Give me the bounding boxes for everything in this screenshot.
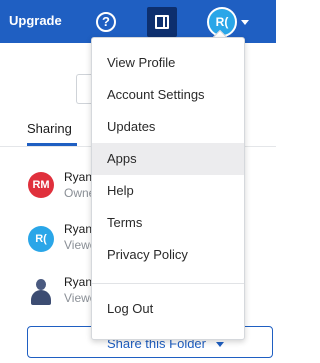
- help-icon[interactable]: ?: [96, 12, 116, 32]
- avatar: RM: [28, 172, 54, 198]
- menu-divider: [92, 283, 244, 284]
- menu-item-view-profile[interactable]: View Profile: [92, 47, 244, 79]
- member-name: Ryan: [64, 222, 93, 236]
- menu-item-log-out[interactable]: Log Out: [92, 293, 244, 325]
- menu-item-help[interactable]: Help: [92, 175, 244, 207]
- upgrade-link[interactable]: Upgrade: [9, 13, 62, 28]
- side-panel-toggle-button[interactable]: [147, 7, 177, 37]
- person-icon-body: [31, 290, 51, 305]
- menu-item-apps[interactable]: Apps: [92, 143, 244, 175]
- avatar: R(: [28, 226, 54, 252]
- account-dropdown-menu: View Profile Account Settings Updates Ap…: [91, 37, 245, 340]
- tab-sharing[interactable]: Sharing: [27, 121, 72, 136]
- chevron-down-icon: [216, 342, 224, 347]
- menu-item-terms[interactable]: Terms: [92, 207, 244, 239]
- menu-item-updates[interactable]: Updates: [92, 111, 244, 143]
- avatar-initials: RM: [32, 179, 50, 191]
- help-glyph: ?: [102, 14, 110, 29]
- menu-item-account-settings[interactable]: Account Settings: [92, 79, 244, 111]
- menu-item-privacy-policy[interactable]: Privacy Policy: [92, 239, 244, 271]
- avatar-initials: R(: [35, 233, 47, 245]
- person-icon-head: [36, 279, 46, 290]
- person-icon: [31, 279, 51, 305]
- chevron-down-icon[interactable]: [241, 20, 249, 25]
- side-panel-icon: [155, 15, 169, 29]
- avatar-initials: R(: [215, 15, 229, 29]
- member-name: Ryan: [64, 170, 93, 184]
- member-name: Ryan: [64, 275, 93, 289]
